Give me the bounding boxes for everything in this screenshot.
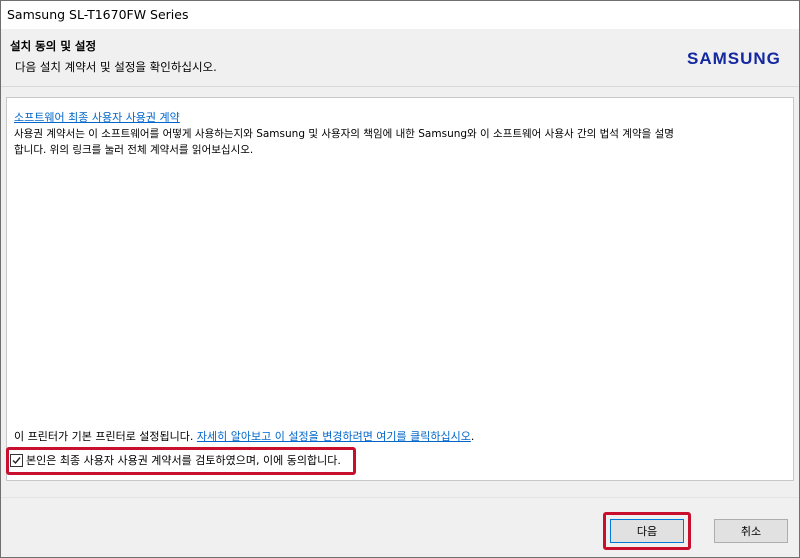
header-subtitle: 다음 설치 계약서 및 설정을 확인하십시오. — [15, 60, 217, 74]
next-button[interactable]: 다음 — [610, 519, 684, 543]
default-printer-notice: 이 프린터가 기본 프린터로 설정됩니다. 자세히 알아보고 이 설정을 변경하… — [14, 428, 474, 444]
title-bar: Samsung SL-T1670FW Series — [1, 1, 799, 29]
default-printer-suffix: . — [470, 430, 475, 443]
samsung-logo: SAMSUNG — [687, 49, 781, 68]
svg-text:SAMSUNG: SAMSUNG — [687, 49, 781, 68]
license-panel: 소프트웨어 최종 사용자 사용권 계약 사용권 계약서는 이 소프트웨어를 어떻… — [6, 97, 794, 481]
header-title: 설치 동의 및 설정 — [10, 39, 97, 53]
header-panel: 설치 동의 및 설정 다음 설치 계약서 및 설정을 확인하십시오. SAMSU… — [1, 29, 799, 87]
agreement-row[interactable]: 본인은 최종 사용자 사용권 계약서를 검토하였으며, 이에 동의합니다. — [10, 450, 341, 470]
cancel-button[interactable]: 취소 — [714, 519, 788, 543]
license-description: 사용권 계약서는 이 소프트웨어를 어떻게 사용하는지와 Samsung 및 사… — [14, 128, 674, 156]
checkmark-icon — [12, 456, 21, 464]
default-printer-text: 이 프린터가 기본 프린터로 설정됩니다. — [14, 430, 194, 443]
change-settings-link[interactable]: 자세히 알아보고 이 설정을 변경하려면 여기를 클릭하십시오 — [197, 430, 471, 443]
footer-divider — [1, 497, 799, 498]
window-title: Samsung SL-T1670FW Series — [7, 7, 189, 22]
license-link[interactable]: 소프트웨어 최종 사용자 사용권 계약 — [14, 109, 180, 125]
installer-window: Samsung SL-T1670FW Series 설치 동의 및 설정 다음 … — [0, 0, 800, 558]
agreement-label: 본인은 최종 사용자 사용권 계약서를 검토하였으며, 이에 동의합니다. — [26, 454, 341, 467]
agreement-checkbox[interactable] — [10, 453, 23, 467]
